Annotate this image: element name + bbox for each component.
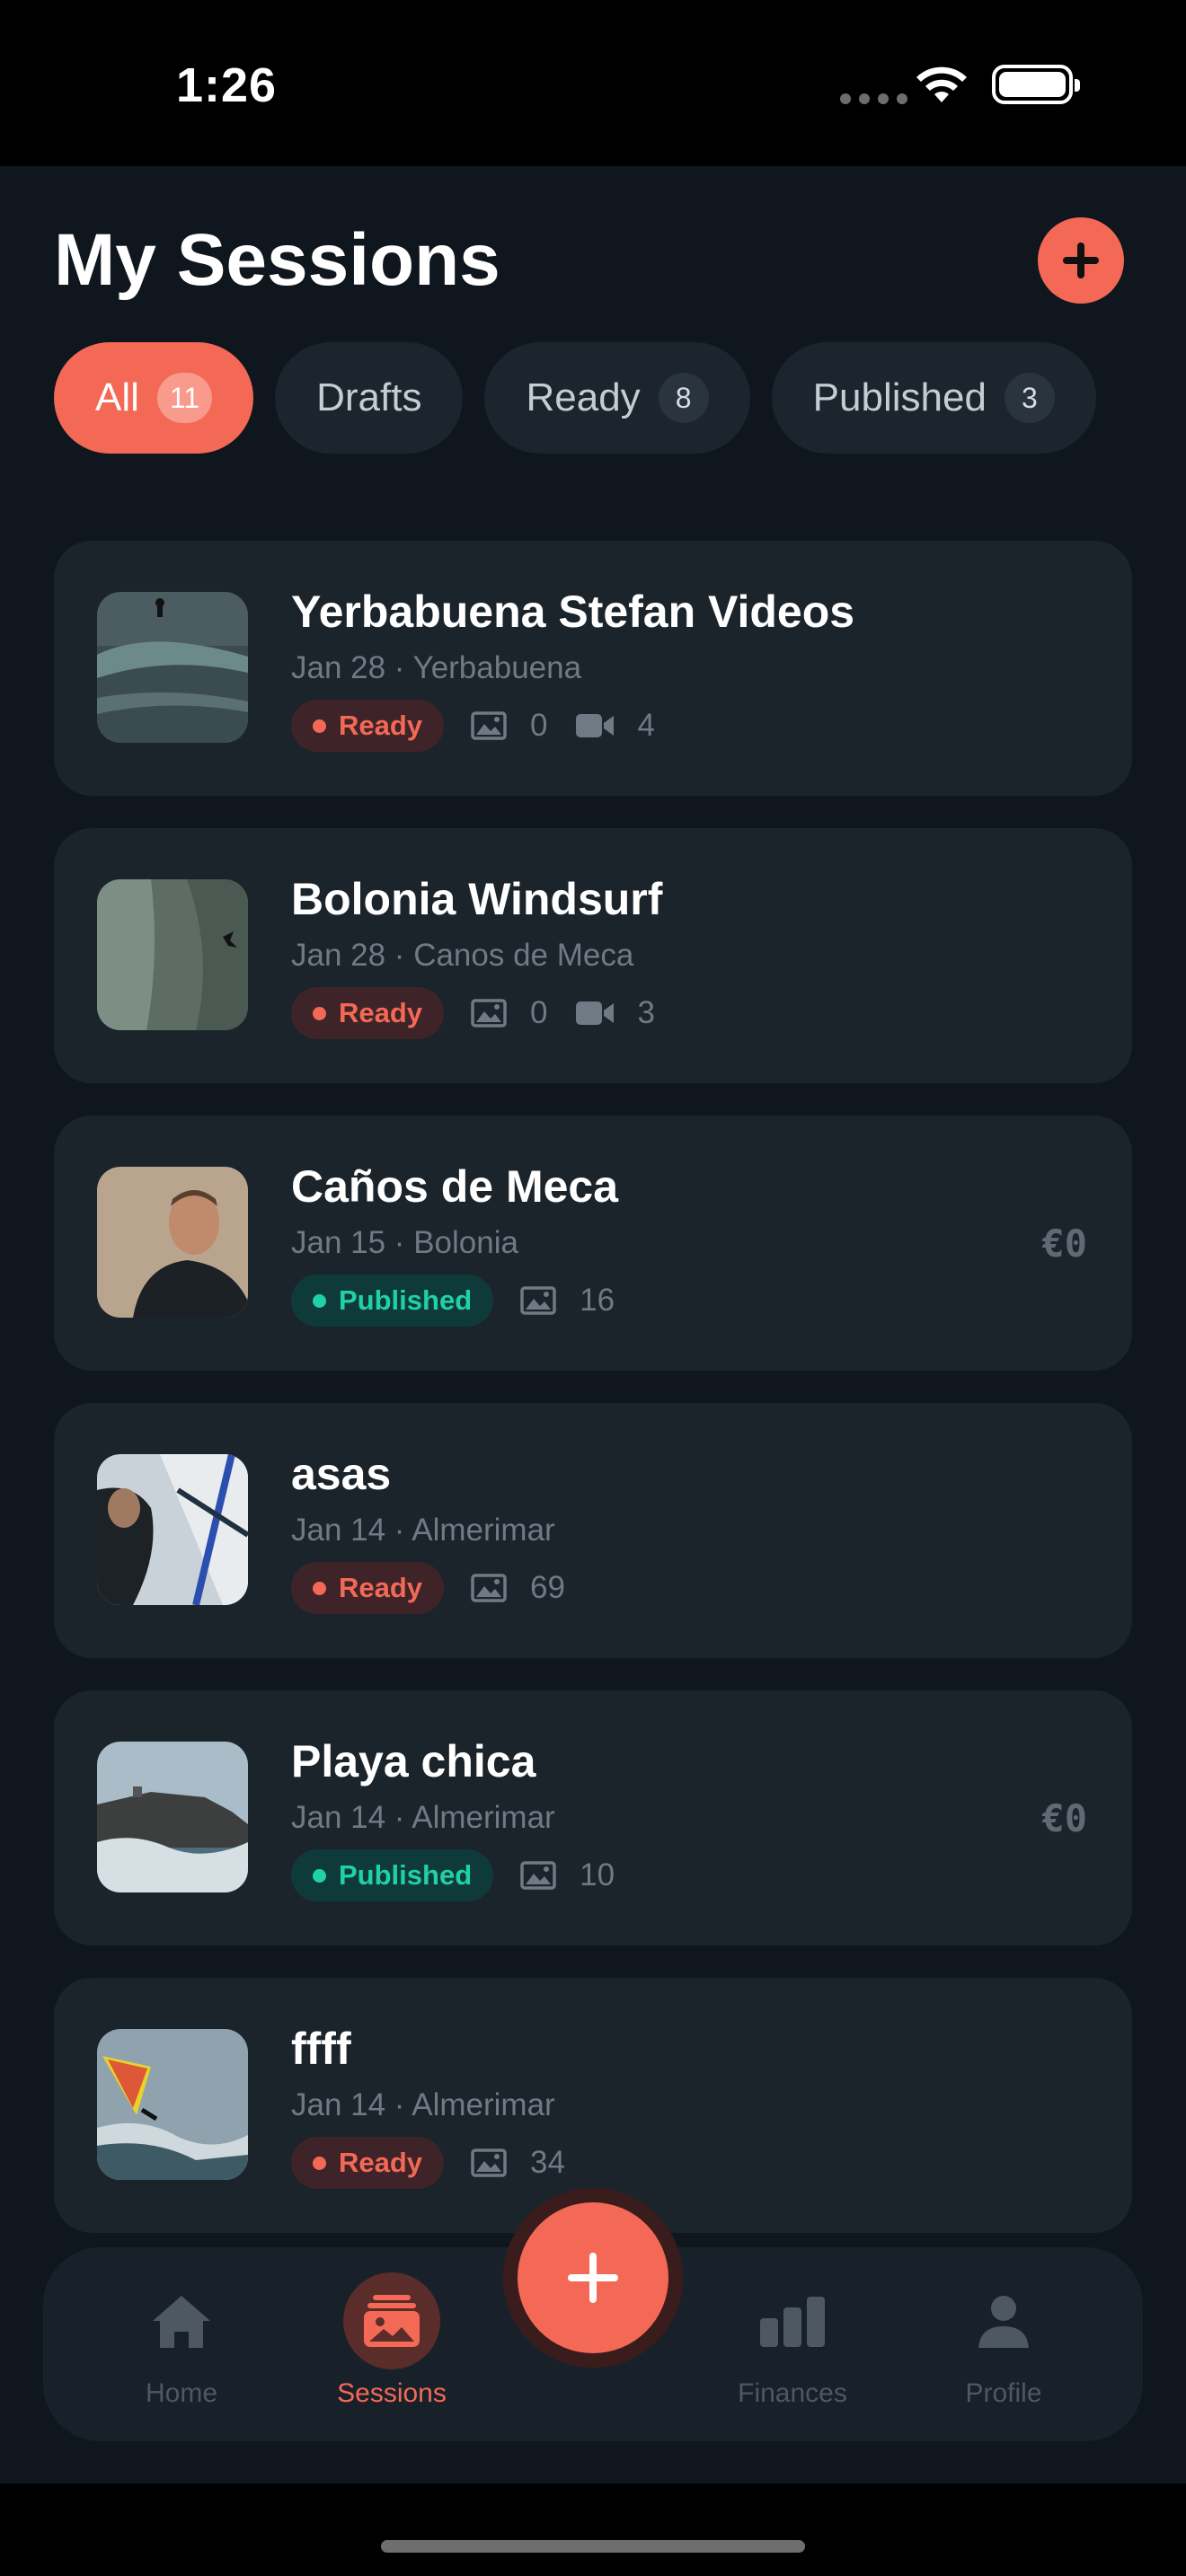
status-badge: Ready — [291, 700, 445, 752]
photo-count: 0 — [530, 995, 548, 1030]
video-icon — [575, 1001, 614, 1025]
create-session-fab[interactable] — [503, 2188, 683, 2368]
status-time: 1:26 — [176, 58, 278, 112]
session-meta: Jan 28 · Canos de Meca — [291, 938, 634, 973]
session-title: Bolonia Windsurf — [291, 874, 663, 924]
video-count: 4 — [637, 708, 655, 743]
home-indicator[interactable] — [381, 2540, 805, 2553]
photo-icon — [520, 1286, 556, 1315]
filter-tab-ready[interactable]: Ready 8 — [484, 342, 750, 454]
session-meta: Jan 14 · Almerimar — [291, 1513, 555, 1548]
tab-label: Sessions — [337, 2378, 447, 2408]
photo-stack-icon — [364, 2295, 420, 2347]
session-title: Yerbabuena Stefan Videos — [291, 587, 855, 637]
tab-home[interactable]: Home — [92, 2281, 271, 2409]
status-badge: Published — [291, 1275, 494, 1327]
session-card[interactable]: Caños de Meca Jan 15 · Bolonia Published… — [54, 1116, 1132, 1371]
tab-profile[interactable]: Profile — [914, 2281, 1093, 2409]
photo-icon — [471, 1574, 507, 1602]
surf-wave-photo — [97, 592, 248, 743]
photo-count: 10 — [580, 1857, 615, 1892]
rock-sea-photo — [97, 1742, 248, 1892]
status-badge: Ready — [291, 987, 445, 1039]
status-badge: Ready — [291, 1562, 445, 1614]
session-title: asas — [291, 1449, 392, 1499]
session-card[interactable]: Yerbabuena Stefan Videos Jan 28 · Yerbab… — [54, 541, 1132, 796]
photo-icon — [471, 2148, 507, 2177]
photo-icon — [471, 999, 507, 1028]
status-badge: Published — [291, 1849, 494, 1901]
session-list: Yerbabuena Stefan Videos Jan 28 · Yerbab… — [54, 541, 1132, 2265]
tab-label: Finances — [738, 2378, 847, 2408]
plus-icon — [1063, 243, 1099, 278]
tab-label: Home — [145, 2378, 218, 2408]
photo-count: 34 — [530, 2145, 565, 2180]
photo-icon — [520, 1861, 556, 1890]
filter-tab-label: All — [95, 375, 139, 419]
session-price: €0 — [1041, 1796, 1087, 1840]
photo-count: 69 — [530, 1570, 565, 1605]
add-session-button[interactable] — [1038, 217, 1124, 304]
windsurf-jump-photo — [97, 2029, 248, 2180]
session-meta: Jan 15 · Bolonia — [291, 1225, 518, 1260]
filter-tab-published[interactable]: Published 3 — [771, 342, 1096, 454]
session-card[interactable]: Bolonia Windsurf Jan 28 · Canos de Meca … — [54, 828, 1132, 1083]
photo-count: 16 — [580, 1283, 615, 1318]
bar-chart-icon — [760, 2297, 825, 2347]
tab-label: Profile — [965, 2378, 1042, 2408]
home-icon — [153, 2296, 210, 2348]
filter-tab-all[interactable]: All 11 — [54, 342, 254, 454]
portrait-photo — [97, 1167, 248, 1318]
filter-tab-label: Ready — [526, 375, 641, 419]
session-card[interactable]: asas Jan 14 · Almerimar Ready 69 — [54, 1403, 1132, 1658]
cellular-signal-icon — [840, 93, 907, 104]
person-icon — [978, 2296, 1029, 2348]
page-title: My Sessions — [54, 219, 500, 301]
filter-tab-label: Drafts — [316, 375, 422, 419]
tab-finances[interactable]: Finances — [703, 2281, 882, 2409]
session-card[interactable]: Playa chica Jan 14 · Almerimar Published… — [54, 1690, 1132, 1945]
filter-tab-drafts[interactable]: Drafts — [275, 342, 464, 454]
plus-icon — [568, 2253, 618, 2303]
session-price: €0 — [1041, 1222, 1087, 1266]
filter-tabs: All 11 Drafts Ready 8 Published 3 — [54, 342, 1096, 454]
filter-count-badge: 3 — [1004, 373, 1055, 423]
video-count: 3 — [637, 995, 655, 1030]
filter-count-badge: 8 — [658, 373, 709, 423]
video-icon — [575, 714, 614, 737]
photo-count: 0 — [530, 708, 548, 743]
session-meta: Jan 28 · Yerbabuena — [291, 650, 582, 685]
session-title: ffff — [291, 2024, 351, 2074]
sessions-screen: My Sessions All 11 Drafts Ready 8 Publis… — [0, 166, 1186, 2483]
status-bar: 1:26 — [0, 0, 1186, 166]
session-meta: Jan 14 · Almerimar — [291, 2087, 555, 2122]
filter-count-badge: 11 — [156, 373, 213, 423]
session-title: Playa chica — [291, 1736, 536, 1786]
tab-sessions[interactable]: Sessions — [302, 2272, 482, 2409]
filter-tab-label: Published — [812, 375, 987, 419]
home-indicator-area — [0, 2483, 1186, 2576]
windsurfer-photo — [97, 1454, 248, 1605]
wifi-icon — [916, 66, 967, 102]
status-badge: Ready — [291, 2137, 445, 2189]
battery-icon — [992, 65, 1080, 104]
water-photo — [97, 879, 248, 1030]
session-meta: Jan 14 · Almerimar — [291, 1800, 555, 1835]
session-title: Caños de Meca — [291, 1161, 619, 1212]
photo-icon — [471, 711, 507, 740]
